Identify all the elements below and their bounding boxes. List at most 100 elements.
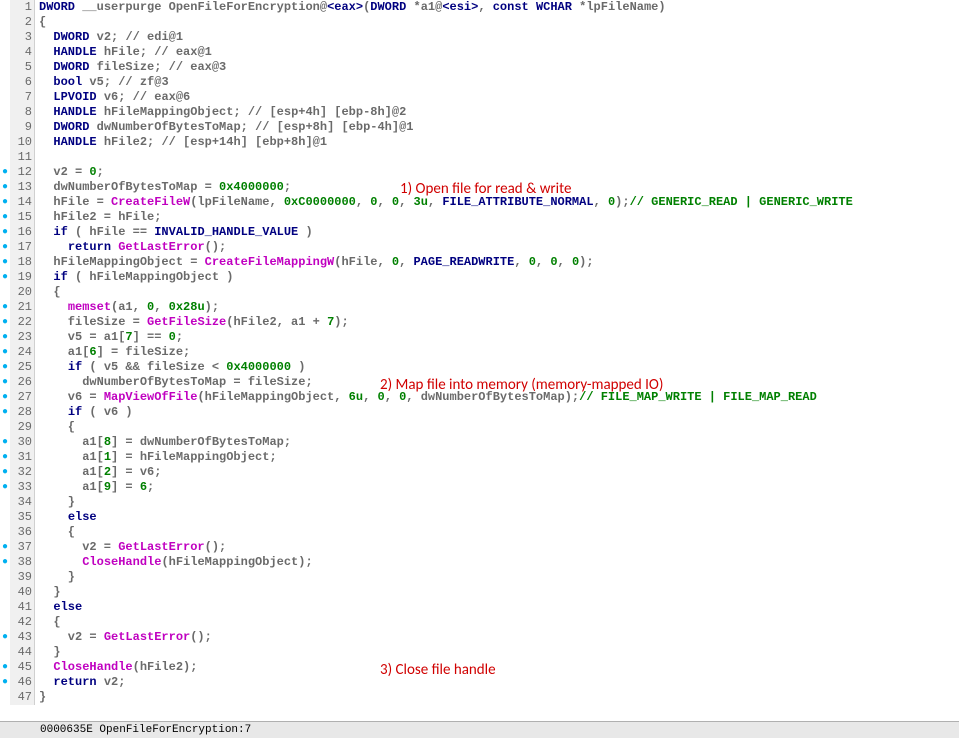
code-line[interactable]: 7 LPVOID v6; // eax@6 <box>0 90 959 105</box>
breakpoint-dot[interactable]: ● <box>0 360 10 375</box>
code-line[interactable]: 29 { <box>0 420 959 435</box>
code-text[interactable]: { <box>35 615 61 630</box>
code-line[interactable]: ●12 v2 = 0; <box>0 165 959 180</box>
code-line[interactable]: 4 HANDLE hFile; // eax@1 <box>0 45 959 60</box>
code-text[interactable]: HANDLE hFile; // eax@1 <box>35 45 212 60</box>
code-text[interactable]: else <box>35 510 97 525</box>
code-line[interactable]: 1DWORD __userpurge OpenFileForEncryption… <box>0 0 959 15</box>
code-text[interactable]: fileSize = GetFileSize(hFile2, a1 + 7); <box>35 315 349 330</box>
code-line[interactable]: 8 HANDLE hFileMappingObject; // [esp+4h]… <box>0 105 959 120</box>
code-line[interactable]: ●28 if ( v6 ) <box>0 405 959 420</box>
code-text[interactable]: } <box>35 690 46 705</box>
code-line[interactable]: ●38 CloseHandle(hFileMappingObject); <box>0 555 959 570</box>
code-text[interactable]: memset(a1, 0, 0x28u); <box>35 300 219 315</box>
code-text[interactable]: { <box>35 15 46 30</box>
code-text[interactable]: } <box>35 645 61 660</box>
code-text[interactable]: DWORD dwNumberOfBytesToMap; // [esp+8h] … <box>35 120 414 135</box>
code-line[interactable]: ●16 if ( hFile == INVALID_HANDLE_VALUE ) <box>0 225 959 240</box>
code-line[interactable]: ●24 a1[6] = fileSize; <box>0 345 959 360</box>
breakpoint-dot[interactable]: ● <box>0 465 10 480</box>
code-line[interactable]: 6 bool v5; // zf@3 <box>0 75 959 90</box>
code-line[interactable]: ●15 hFile2 = hFile; <box>0 210 959 225</box>
code-text[interactable]: a1[1] = hFileMappingObject; <box>35 450 277 465</box>
code-line[interactable]: 34 } <box>0 495 959 510</box>
code-line[interactable]: ●19 if ( hFileMappingObject ) <box>0 270 959 285</box>
code-text[interactable]: dwNumberOfBytesToMap = 0x4000000; <box>35 180 291 195</box>
breakpoint-dot[interactable]: ● <box>0 255 10 270</box>
code-text[interactable]: else <box>35 600 82 615</box>
code-text[interactable]: v2 = GetLastError(); <box>35 540 226 555</box>
code-text[interactable]: if ( hFileMappingObject ) <box>35 270 233 285</box>
breakpoint-dot[interactable]: ● <box>0 270 10 285</box>
code-text[interactable]: HANDLE hFile2; // [esp+14h] [ebp+8h]@1 <box>35 135 327 150</box>
code-text[interactable]: if ( hFile == INVALID_HANDLE_VALUE ) <box>35 225 313 240</box>
breakpoint-dot[interactable]: ● <box>0 165 10 180</box>
code-line[interactable]: ●33 a1[9] = 6; <box>0 480 959 495</box>
breakpoint-dot[interactable]: ● <box>0 555 10 570</box>
code-line[interactable]: ●22 fileSize = GetFileSize(hFile2, a1 + … <box>0 315 959 330</box>
code-text[interactable]: if ( v5 && fileSize < 0x4000000 ) <box>35 360 305 375</box>
code-line[interactable]: ●32 a1[2] = v6; <box>0 465 959 480</box>
code-line[interactable]: 42 { <box>0 615 959 630</box>
code-text[interactable]: } <box>35 495 75 510</box>
breakpoint-dot[interactable]: ● <box>0 660 10 675</box>
code-text[interactable]: DWORD __userpurge OpenFileForEncryption@… <box>35 0 666 15</box>
code-text[interactable]: return GetLastError(); <box>35 240 226 255</box>
code-line[interactable]: ●31 a1[1] = hFileMappingObject; <box>0 450 959 465</box>
breakpoint-dot[interactable]: ● <box>0 540 10 555</box>
breakpoint-dot[interactable]: ● <box>0 240 10 255</box>
code-text[interactable]: } <box>35 570 75 585</box>
code-text[interactable]: } <box>35 585 61 600</box>
code-text[interactable]: v2 = 0; <box>35 165 104 180</box>
code-line[interactable]: 36 { <box>0 525 959 540</box>
code-text[interactable]: { <box>35 285 61 300</box>
code-text[interactable]: DWORD fileSize; // eax@3 <box>35 60 226 75</box>
code-text[interactable]: a1[6] = fileSize; <box>35 345 190 360</box>
code-text[interactable]: hFileMappingObject = CreateFileMappingW(… <box>35 255 594 270</box>
code-text[interactable]: CloseHandle(hFile2); <box>35 660 197 675</box>
breakpoint-dot[interactable]: ● <box>0 180 10 195</box>
breakpoint-dot[interactable]: ● <box>0 330 10 345</box>
code-view[interactable]: 1DWORD __userpurge OpenFileForEncryption… <box>0 0 959 720</box>
breakpoint-dot[interactable]: ● <box>0 345 10 360</box>
breakpoint-dot[interactable]: ● <box>0 225 10 240</box>
code-text[interactable]: v5 = a1[7] == 0; <box>35 330 183 345</box>
code-line[interactable]: 47} <box>0 690 959 705</box>
code-text[interactable]: a1[9] = 6; <box>35 480 154 495</box>
code-text[interactable]: bool v5; // zf@3 <box>35 75 169 90</box>
code-text[interactable]: { <box>35 420 75 435</box>
breakpoint-dot[interactable]: ● <box>0 480 10 495</box>
code-text[interactable]: a1[8] = dwNumberOfBytesToMap; <box>35 435 291 450</box>
breakpoint-dot[interactable]: ● <box>0 435 10 450</box>
code-line[interactable]: ●21 memset(a1, 0, 0x28u); <box>0 300 959 315</box>
code-line[interactable]: 2{ <box>0 15 959 30</box>
code-text[interactable]: LPVOID v6; // eax@6 <box>35 90 190 105</box>
code-line[interactable]: 40 } <box>0 585 959 600</box>
breakpoint-dot[interactable]: ● <box>0 675 10 690</box>
breakpoint-dot[interactable]: ● <box>0 375 10 390</box>
breakpoint-dot[interactable]: ● <box>0 195 10 210</box>
breakpoint-dot[interactable]: ● <box>0 300 10 315</box>
code-line[interactable]: 20 { <box>0 285 959 300</box>
code-text[interactable]: dwNumberOfBytesToMap = fileSize; <box>35 375 313 390</box>
code-line[interactable]: 9 DWORD dwNumberOfBytesToMap; // [esp+8h… <box>0 120 959 135</box>
code-text[interactable]: { <box>35 525 75 540</box>
code-text[interactable]: DWORD v2; // edi@1 <box>35 30 183 45</box>
code-text[interactable]: hFile2 = hFile; <box>35 210 161 225</box>
code-line[interactable]: 35 else <box>0 510 959 525</box>
breakpoint-dot[interactable]: ● <box>0 405 10 420</box>
code-line[interactable]: ●18 hFileMappingObject = CreateFileMappi… <box>0 255 959 270</box>
breakpoint-dot[interactable]: ● <box>0 630 10 645</box>
code-text[interactable]: v2 = GetLastError(); <box>35 630 212 645</box>
code-line[interactable]: ●25 if ( v5 && fileSize < 0x4000000 ) <box>0 360 959 375</box>
code-line[interactable]: 39 } <box>0 570 959 585</box>
code-text[interactable]: CloseHandle(hFileMappingObject); <box>35 555 313 570</box>
code-line[interactable]: 44 } <box>0 645 959 660</box>
breakpoint-dot[interactable]: ● <box>0 390 10 405</box>
breakpoint-dot[interactable]: ● <box>0 210 10 225</box>
code-line[interactable]: ●37 v2 = GetLastError(); <box>0 540 959 555</box>
code-line[interactable]: 11 <box>0 150 959 165</box>
code-text[interactable]: return v2; <box>35 675 125 690</box>
code-text[interactable]: if ( v6 ) <box>35 405 133 420</box>
code-line[interactable]: 5 DWORD fileSize; // eax@3 <box>0 60 959 75</box>
